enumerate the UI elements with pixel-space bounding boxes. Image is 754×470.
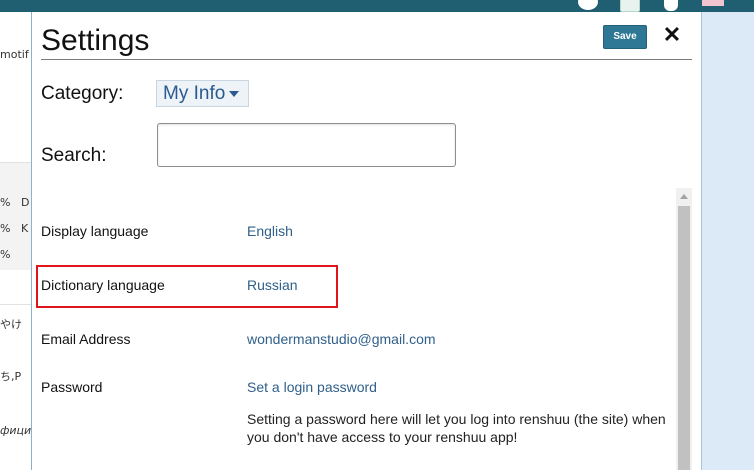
- help-icon[interactable]: [578, 0, 598, 10]
- scroll-thumb[interactable]: [678, 206, 690, 470]
- right-panel: [701, 12, 754, 470]
- caret-down-icon: [229, 90, 240, 97]
- background-page: motif % D % K % やけ ち,Р фици: [0, 12, 32, 470]
- background-divider: [0, 304, 32, 305]
- background-text: %: [0, 196, 11, 209]
- setting-value-email[interactable]: wondermanstudio@gmail.com: [247, 331, 436, 347]
- arrow-up-icon: [680, 193, 688, 199]
- highlight-box: [36, 265, 338, 308]
- modal-title: Settings: [41, 24, 150, 57]
- search-label: Search:: [41, 145, 107, 166]
- background-text: K: [21, 222, 29, 235]
- background-text: %: [0, 248, 11, 261]
- close-icon[interactable]: ✕: [661, 22, 683, 48]
- scroll-up-button[interactable]: [676, 188, 692, 204]
- settings-modal: Settings Save ✕ Category: My Info Search…: [31, 12, 701, 470]
- category-value: My Info: [163, 83, 226, 104]
- background-text: %: [0, 222, 11, 235]
- scrollbar[interactable]: [676, 188, 692, 470]
- background-text: фици: [0, 424, 32, 437]
- category-label: Category:: [41, 83, 124, 104]
- background-divider: [0, 162, 32, 163]
- background-text: やけ: [0, 318, 22, 331]
- setting-value-password[interactable]: Set a login password: [247, 379, 377, 395]
- background-text: motif: [0, 48, 29, 61]
- user-icon[interactable]: [664, 0, 678, 11]
- search-input[interactable]: [157, 123, 456, 167]
- setting-label-password: Password: [41, 379, 103, 395]
- background-text: D: [21, 196, 30, 209]
- setting-label-email: Email Address: [41, 331, 131, 347]
- password-description: Setting a password here will let you log…: [247, 411, 666, 445]
- save-button[interactable]: Save: [603, 25, 647, 49]
- setting-label-display-language: Display language: [41, 223, 149, 239]
- flag-icon[interactable]: [702, 0, 724, 6]
- setting-value-display-language[interactable]: English: [247, 223, 293, 239]
- title-divider: [41, 59, 692, 60]
- note-icon[interactable]: [620, 0, 640, 12]
- background-text: ち,Р: [0, 370, 22, 383]
- top-bar: [0, 0, 754, 12]
- category-dropdown[interactable]: My Info: [156, 80, 249, 107]
